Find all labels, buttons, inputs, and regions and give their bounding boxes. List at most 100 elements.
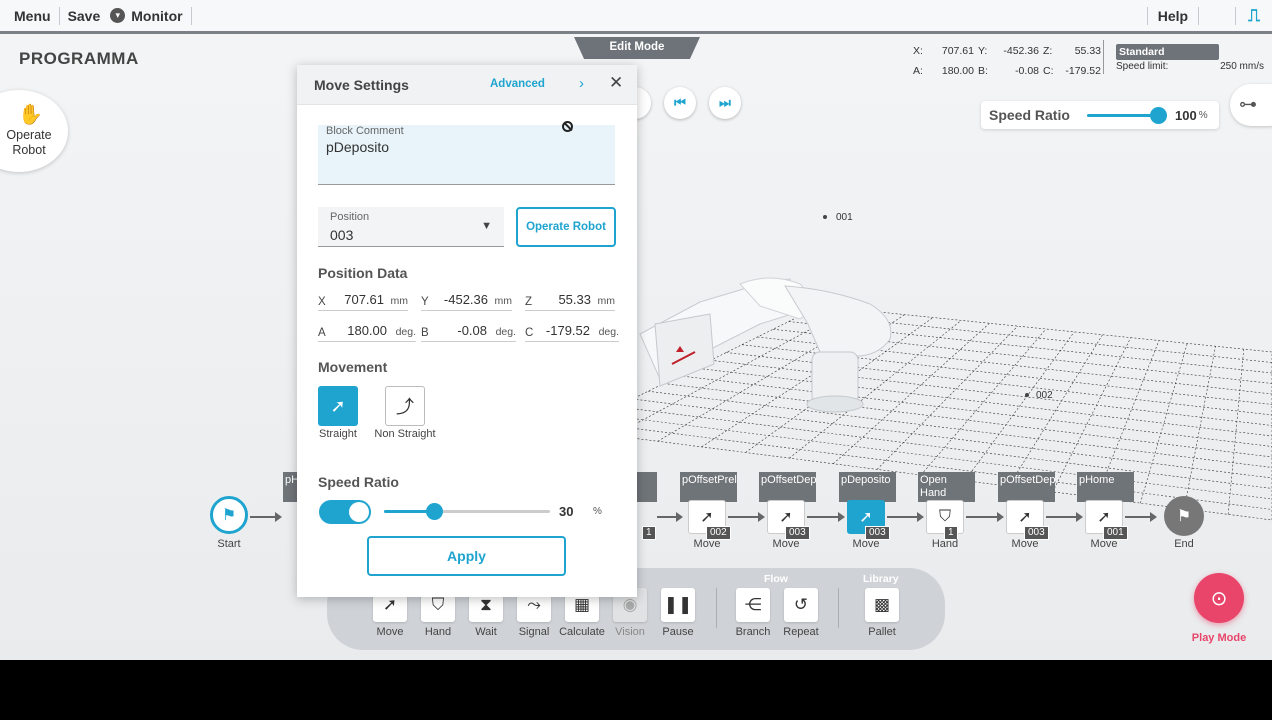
position-c-value: -179.52 <box>545 323 590 338</box>
position-a-unit: deg. <box>395 326 416 338</box>
position-z-field[interactable]: Z 55.33 mm <box>525 289 615 311</box>
speed-ratio-thumb[interactable] <box>1150 106 1167 124</box>
advanced-link[interactable]: Advanced <box>490 78 545 90</box>
play-mode-button[interactable]: ⊙ <box>1194 573 1244 623</box>
flow-group-label: Flow <box>764 573 788 585</box>
no-entry-icon <box>562 121 573 132</box>
repeat-tool[interactable]: ↺ Repeat <box>781 588 821 638</box>
flow-arrow <box>966 512 1004 522</box>
flow-node-tag: pOffsetPrelievo <box>680 472 737 502</box>
divider <box>716 588 717 628</box>
menu-button[interactable]: Menu <box>0 0 59 31</box>
move-icon: ➚ <box>779 509 793 526</box>
coordinates-readout: X: 707.61 Y: -452.36 Z: 55.33 A: 180.00 … <box>913 41 1101 81</box>
pause-icon: ❚❚ <box>661 588 695 622</box>
flow-node-tag: pOffsetDeposito <box>759 472 816 502</box>
position-a-value: 180.00 <box>347 323 387 338</box>
speed-ratio-slider[interactable] <box>1087 106 1167 124</box>
speed-ratio-control: Speed Ratio 100 % <box>981 101 1219 129</box>
mode-badge: Standard <box>1116 44 1219 60</box>
straight-arrow-icon: ➚ <box>330 395 346 416</box>
position-z-value: 55.33 <box>558 292 591 307</box>
position-b-value: -0.08 <box>457 323 487 338</box>
coord-y-value: -452.36 <box>1003 45 1039 57</box>
divider <box>1103 40 1104 74</box>
step-forward-icon: ⏭ <box>719 95 731 110</box>
dialog-speed-value: 30 <box>559 504 574 519</box>
library-group-label: Library <box>863 573 899 585</box>
dialog-speed-slider[interactable] <box>384 503 550 520</box>
move-icon: ➚ <box>700 509 714 526</box>
flow-node[interactable]: pDeposito ➚ 003 Move <box>839 470 896 550</box>
monitor-button[interactable]: ▾ Monitor <box>108 0 190 31</box>
flow-node[interactable]: pHome ➚ 001 Move <box>1077 470 1134 550</box>
branch-tool[interactable]: ⋲ Branch <box>733 588 773 638</box>
coord-a-value: 180.00 <box>941 65 974 77</box>
block-comment-field[interactable]: Block Comment pDeposito <box>318 125 615 185</box>
pause-tool-label: Pause <box>662 626 694 638</box>
speed-limit: Speed limit: 250 mm/s <box>1116 61 1264 72</box>
app-window: Menu Save ▾ Monitor Help ⎍ 001 002 PROGR… <box>0 0 1272 660</box>
flow-node-caption: Hand <box>931 538 959 550</box>
step-forward-button[interactable]: ⏭ <box>709 87 741 119</box>
speed-ratio-toggle[interactable] <box>319 500 371 524</box>
position-c-unit: deg. <box>598 326 619 338</box>
operate-robot-label: Operate Robot <box>6 128 52 157</box>
flow-node[interactable]: pOffsetDeposito➚003Move <box>759 470 816 550</box>
robot-arm <box>639 277 892 413</box>
letterbox-bar <box>0 660 1272 720</box>
position-y-field[interactable]: Y -452.36 mm <box>421 289 512 311</box>
straight-movement-button[interactable]: ➚ <box>318 386 358 426</box>
coord-y-label: Y: <box>978 45 988 57</box>
end-node[interactable]: ⚑ <box>1164 496 1204 536</box>
flow-node-caption: Move <box>852 538 880 550</box>
speed-limit-value: 250 mm/s <box>1220 61 1264 72</box>
divider <box>838 588 839 628</box>
position-x-unit: mm <box>390 295 409 307</box>
position-b-unit: deg. <box>495 326 516 338</box>
position-z-key: Z <box>525 296 533 308</box>
non-straight-movement-button[interactable]: ⤴ <box>385 386 425 426</box>
speed-ratio-label: Speed Ratio <box>989 107 1070 123</box>
play-mode-label: Play Mode <box>1191 632 1247 644</box>
operate-robot-button[interactable]: Operate Robot <box>516 207 616 247</box>
position-y-unit: mm <box>494 295 513 307</box>
program-tree-button[interactable]: ⊶ <box>1230 84 1272 126</box>
pallet-tool[interactable]: ▩ Pallet <box>862 588 902 638</box>
position-a-key: A <box>318 327 326 339</box>
start-node[interactable]: ⚑ <box>210 496 248 534</box>
chevron-right-icon[interactable]: › <box>579 75 584 92</box>
skip-to-start-button[interactable]: ⏮ <box>664 87 696 119</box>
position-b-field[interactable]: B -0.08 deg. <box>421 320 516 342</box>
block-comment-value: pDeposito <box>326 139 390 155</box>
position-x-field[interactable]: X 707.61 mm <box>318 289 408 311</box>
flow-node-tag <box>635 472 657 502</box>
grid-icon: ▩ <box>865 588 899 622</box>
coord-x-value: 707.61 <box>941 45 974 57</box>
non-straight-label: Non Straight <box>374 428 436 440</box>
monitor-label: Monitor <box>131 7 183 24</box>
flow-node[interactable]: pOffsetDeposito➚003Move <box>998 470 1055 550</box>
flow-node-tag: pOffsetDeposito <box>998 472 1055 502</box>
flow-node[interactable]: pOffsetPrelievo➚002Move <box>680 470 737 550</box>
position-a-field[interactable]: A 180.00 deg. <box>318 320 416 342</box>
dialog-speed-thumb[interactable] <box>425 503 443 520</box>
close-icon[interactable]: ✕ <box>609 73 623 93</box>
save-button[interactable]: Save <box>60 0 109 31</box>
help-button[interactable]: Help <box>1148 0 1198 31</box>
position-c-field[interactable]: C -179.52 deg. <box>525 320 619 342</box>
coord-b-label: B: <box>978 65 988 77</box>
apply-button[interactable]: Apply <box>367 536 566 576</box>
repeat-tool-label: Repeat <box>783 626 819 638</box>
position-x-key: X <box>318 296 326 308</box>
flow-node[interactable]: Open Hand ⛉ 1 Hand <box>918 470 975 550</box>
position-select[interactable]: Position 003 ▼ <box>318 207 504 247</box>
pause-tool[interactable]: ❚❚ Pause <box>658 588 698 638</box>
dialog-header: Move Settings Advanced › ✕ <box>297 65 637 105</box>
flow-node-caption: Move <box>1090 538 1118 550</box>
flow-node-tag: pHome <box>1077 472 1134 502</box>
tree-icon: ⊶ <box>1239 94 1257 114</box>
coord-a-label: A: <box>913 65 923 77</box>
usb-button[interactable]: ⎍ <box>1236 0 1272 31</box>
skip-back-icon: ⏮ <box>674 95 686 110</box>
